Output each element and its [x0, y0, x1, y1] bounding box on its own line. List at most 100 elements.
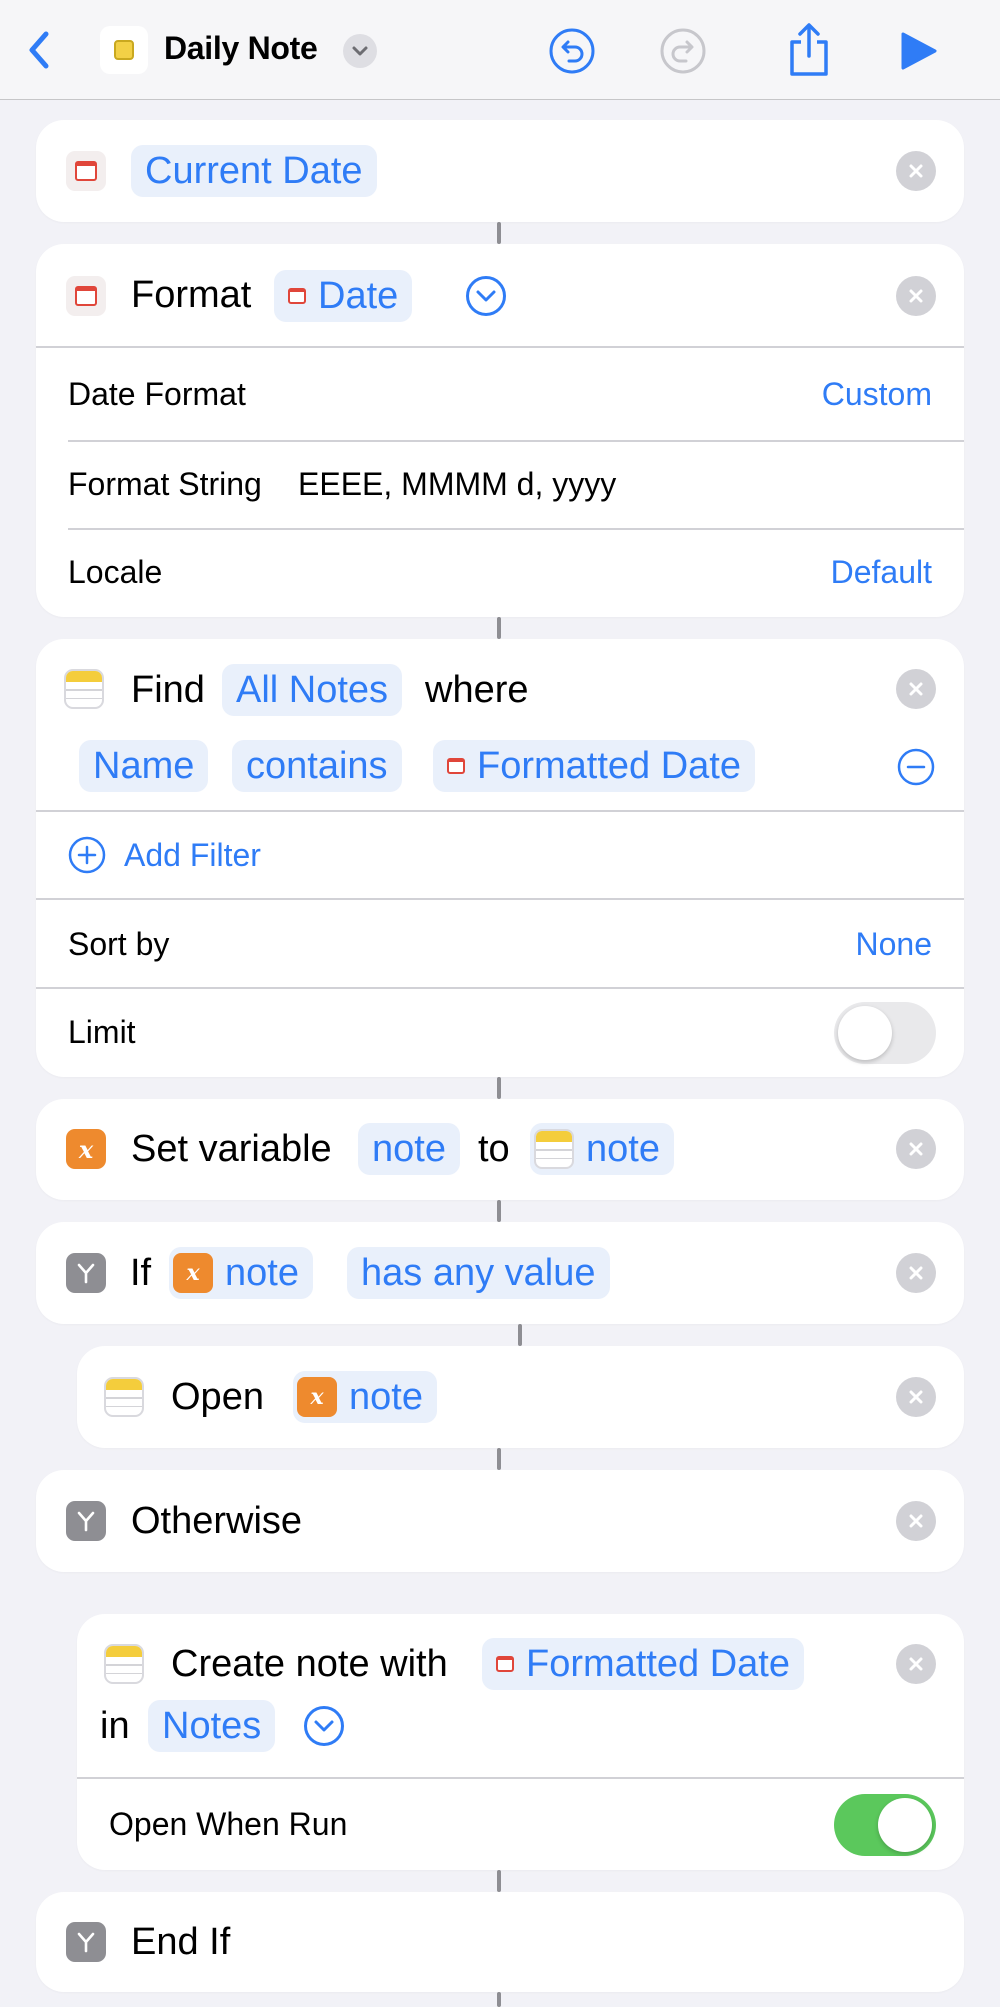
if-verb: If [130, 1252, 152, 1294]
divider [68, 440, 964, 442]
branch-icon [66, 1922, 106, 1962]
remove-action-icon[interactable] [896, 1501, 936, 1541]
format-string-label: Format String [68, 466, 262, 502]
flow-connector [497, 1870, 501, 1892]
action-current-date[interactable]: Current Date [36, 120, 964, 222]
open-when-run-label: Open When Run [109, 1806, 348, 1842]
date-format-value[interactable]: Custom [822, 376, 932, 413]
notes-app-icon [104, 1644, 144, 1684]
remove-action-icon[interactable] [896, 669, 936, 709]
sort-by-value[interactable]: None [856, 926, 933, 963]
calendar-icon [66, 276, 106, 316]
date-token-label: Date [318, 274, 399, 317]
calendar-icon [66, 151, 106, 191]
action-otherwise[interactable]: Otherwise [36, 1470, 964, 1572]
divider [36, 987, 964, 989]
remove-action-icon[interactable] [896, 1644, 936, 1684]
locale-label: Locale [68, 554, 163, 590]
remove-action-icon[interactable] [896, 1253, 936, 1293]
branch-icon [66, 1501, 106, 1541]
action-open-note[interactable]: Open x note [77, 1346, 964, 1448]
in-label: in [100, 1705, 130, 1747]
if-variable-label: note [225, 1251, 299, 1294]
variable-icon: x [297, 1377, 337, 1417]
locale-value[interactable]: Default [831, 554, 932, 591]
expand-chevron-icon[interactable] [303, 1705, 345, 1747]
undo-icon[interactable] [547, 26, 597, 76]
if-variable-token[interactable]: x note [169, 1247, 313, 1299]
remove-action-icon[interactable] [896, 276, 936, 316]
flow-connector [497, 1200, 501, 1222]
limit-label: Limit [68, 1014, 136, 1050]
variable-icon: x [66, 1129, 106, 1169]
divider [36, 898, 964, 900]
find-verb: Find [131, 669, 205, 711]
filter-value-label: Formatted Date [477, 744, 741, 787]
otherwise-label: Otherwise [131, 1500, 303, 1542]
filter-field-token[interactable]: Name [79, 740, 209, 792]
format-string-value[interactable]: EEEE, MMMM d, yyyy [298, 466, 616, 503]
open-when-run-toggle[interactable] [834, 1794, 936, 1856]
filter-operator-token[interactable]: contains [232, 740, 402, 792]
divider [77, 1777, 964, 1779]
notes-folder-token[interactable]: Notes [148, 1700, 276, 1752]
notes-app-icon [104, 1377, 144, 1417]
add-filter-icon[interactable] [66, 834, 108, 876]
open-verb: Open [171, 1376, 264, 1418]
variable-value-label: note [586, 1127, 660, 1170]
if-condition-token[interactable]: has any value [347, 1247, 610, 1299]
flow-connector [518, 1324, 522, 1346]
shortcut-title[interactable]: Daily Note [164, 30, 318, 67]
flow-connector [497, 1448, 501, 1470]
chevron-down-icon[interactable] [343, 34, 377, 68]
remove-action-icon[interactable] [896, 1377, 936, 1417]
limit-toggle[interactable] [834, 1002, 936, 1064]
create-note-content-label: Formatted Date [526, 1642, 790, 1685]
open-variable-label: note [349, 1375, 423, 1418]
flow-connector [497, 1992, 501, 2007]
format-verb: Format [131, 274, 252, 316]
filter-value-token[interactable]: Formatted Date [433, 740, 755, 792]
create-note-content-token[interactable]: Formatted Date [482, 1638, 804, 1690]
variable-icon: x [173, 1253, 213, 1293]
add-filter-button[interactable]: Add Filter [124, 837, 261, 874]
calendar-icon [288, 288, 306, 304]
action-set-variable[interactable]: x Set variable note to note [36, 1099, 964, 1200]
remove-filter-icon[interactable] [895, 746, 937, 788]
share-icon[interactable] [784, 22, 834, 78]
remove-action-icon[interactable] [896, 1129, 936, 1169]
back-chevron-icon[interactable] [22, 28, 56, 72]
action-end-if[interactable]: End If [36, 1892, 964, 1992]
divider [68, 528, 964, 530]
divider [36, 346, 964, 348]
notes-app-icon [64, 669, 104, 709]
open-variable-token[interactable]: x note [293, 1371, 437, 1423]
navigation-bar: Daily Note [0, 0, 1000, 100]
flow-connector [497, 222, 501, 244]
calendar-icon [447, 758, 465, 774]
expand-chevron-icon[interactable] [465, 275, 507, 317]
remove-action-icon[interactable] [896, 151, 936, 191]
run-play-icon[interactable] [893, 26, 943, 76]
set-variable-verb: Set variable [131, 1128, 332, 1170]
create-note-verb: Create note with [171, 1643, 448, 1685]
date-token[interactable]: Date [274, 270, 413, 322]
redo-icon[interactable] [658, 26, 708, 76]
divider [36, 810, 964, 812]
action-format-date[interactable]: Format Date Date Format Custom Format St… [36, 244, 964, 617]
action-create-note[interactable]: Create note with Formatted Date in Notes… [77, 1614, 964, 1870]
variable-name-token[interactable]: note [358, 1123, 460, 1175]
flow-connector [497, 1077, 501, 1099]
date-format-label: Date Format [68, 376, 246, 412]
action-find-notes[interactable]: Find All Notes where Name contains Forma… [36, 639, 964, 1077]
all-notes-token[interactable]: All Notes [222, 664, 403, 716]
variable-value-token[interactable]: note [530, 1123, 674, 1175]
shortcut-icon[interactable] [100, 26, 148, 74]
current-date-token[interactable]: Current Date [131, 145, 377, 197]
action-if[interactable]: If x note has any value [36, 1222, 964, 1324]
end-if-label: End If [131, 1921, 231, 1963]
branch-icon [66, 1253, 106, 1293]
to-label: to [478, 1128, 510, 1170]
calendar-icon [496, 1656, 514, 1672]
notes-app-icon [534, 1129, 574, 1169]
